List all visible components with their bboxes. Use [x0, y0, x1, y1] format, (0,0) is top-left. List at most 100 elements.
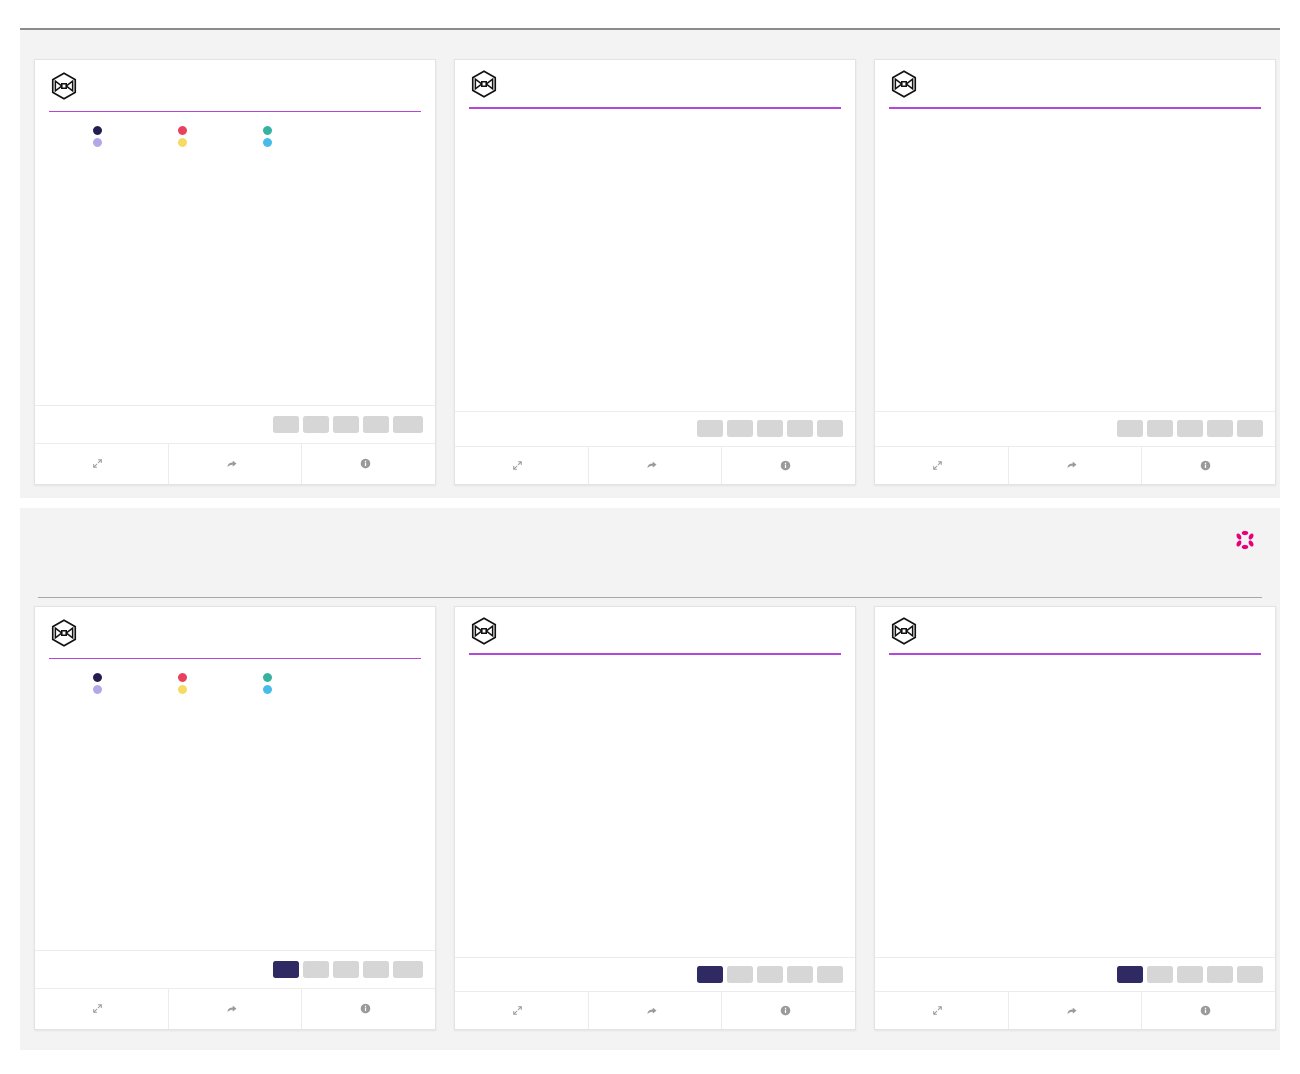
- top-section-rule: [20, 28, 1280, 30]
- card-actions: [35, 443, 435, 484]
- card-header: [875, 607, 1275, 655]
- legend-item[interactable]: [178, 126, 263, 135]
- card-top-nft-trade-volume[interactable]: [34, 59, 436, 485]
- zoom-button-ytd[interactable]: [1147, 966, 1173, 983]
- zoom-button-1m[interactable]: [817, 966, 843, 983]
- card-body: [455, 655, 855, 957]
- zoom-button-3m[interactable]: [787, 966, 813, 983]
- share-button[interactable]: [1009, 447, 1143, 484]
- share-button[interactable]: [169, 989, 303, 1029]
- legend-item[interactable]: [93, 685, 178, 694]
- legend-item[interactable]: [93, 126, 178, 135]
- legend-item[interactable]: [178, 685, 263, 694]
- zoom-button-all[interactable]: [273, 961, 299, 978]
- overview-divider: [38, 597, 1262, 599]
- zoom-button-ytd[interactable]: [303, 416, 329, 433]
- chart-nft-trade-volume-all[interactable]: [45, 698, 421, 948]
- zoom-button-ytd[interactable]: [727, 420, 753, 437]
- share-button[interactable]: [589, 447, 723, 484]
- more-info-button[interactable]: [1142, 447, 1275, 484]
- share-button[interactable]: [1009, 992, 1143, 1029]
- legend-item[interactable]: [263, 673, 348, 682]
- legend-swatch-solana: [263, 673, 272, 682]
- info-circle-icon: [1200, 1005, 1211, 1016]
- card-bottom-nft-trade-volume[interactable]: [34, 606, 436, 1030]
- info-circle-icon: [360, 1003, 371, 1014]
- zoom-button-3m[interactable]: [787, 420, 813, 437]
- legend-item[interactable]: [178, 673, 263, 682]
- zoom-button-12m[interactable]: [1177, 420, 1203, 437]
- zoom-button-3m[interactable]: [363, 961, 389, 978]
- zoom-button-all[interactable]: [697, 966, 723, 983]
- card-top-solana-mints[interactable]: [874, 59, 1276, 485]
- legend-item[interactable]: [263, 685, 348, 694]
- share-arrow-icon: [646, 459, 658, 471]
- zoom-button-3m[interactable]: [1207, 420, 1233, 437]
- expand-button[interactable]: [35, 989, 169, 1029]
- expand-button[interactable]: [875, 447, 1009, 484]
- expand-button[interactable]: [35, 444, 169, 484]
- card-top-ethereum-mints[interactable]: [454, 59, 856, 485]
- zoom-button-12m[interactable]: [333, 416, 359, 433]
- legend-swatch-bnb: [178, 138, 187, 147]
- zoom-button-all[interactable]: [1117, 420, 1143, 437]
- more-info-button[interactable]: [302, 444, 435, 484]
- more-info-button[interactable]: [1142, 992, 1275, 1029]
- card-body: [455, 109, 855, 411]
- zoom-button-3m[interactable]: [1207, 966, 1233, 983]
- chart-ethereum-mints-all[interactable]: [465, 667, 841, 955]
- chart-ethereum-mints-12m[interactable]: [465, 121, 841, 409]
- expand-button[interactable]: [455, 447, 589, 484]
- chart-solana-mints-all[interactable]: [885, 667, 1261, 955]
- share-arrow-icon: [226, 458, 238, 470]
- legend-item[interactable]: [93, 673, 178, 682]
- expand-button[interactable]: [455, 992, 589, 1029]
- zoom-button-12m[interactable]: [757, 420, 783, 437]
- zoom-button-12m[interactable]: [333, 961, 359, 978]
- chart-nft-trade-volume-12m[interactable]: [45, 151, 421, 403]
- more-info-button[interactable]: [722, 992, 855, 1029]
- zoom-button-1m[interactable]: [393, 961, 423, 978]
- zoom-button-1m[interactable]: [1237, 420, 1263, 437]
- chart-legend: [93, 126, 393, 147]
- legend-item[interactable]: [263, 138, 348, 147]
- zoom-button-3m[interactable]: [363, 416, 389, 433]
- card-meta: [455, 957, 855, 991]
- zoom-button-all[interactable]: [1117, 966, 1143, 983]
- card-actions: [455, 446, 855, 484]
- more-info-button[interactable]: [722, 447, 855, 484]
- more-info-button[interactable]: [302, 989, 435, 1029]
- zoom-button-12m[interactable]: [1177, 966, 1203, 983]
- polkadot-logo-icon: [1234, 529, 1256, 551]
- card-meta: [35, 405, 435, 442]
- legend-item[interactable]: [263, 126, 348, 135]
- cube-hexagon-icon: [49, 618, 79, 648]
- card-body: [35, 659, 435, 950]
- chart-svg: [885, 121, 1261, 409]
- card-meta: [875, 957, 1275, 991]
- zoom-button-1m[interactable]: [1237, 966, 1263, 983]
- card-header: [455, 60, 855, 109]
- card-header: [455, 607, 855, 655]
- legend-item[interactable]: [178, 138, 263, 147]
- expand-arrows-icon: [512, 460, 523, 471]
- zoom-button-12m[interactable]: [757, 966, 783, 983]
- expand-button[interactable]: [875, 992, 1009, 1029]
- zoom-button-ytd[interactable]: [727, 966, 753, 983]
- dashboard-page: [0, 0, 1300, 1074]
- zoom-button-1m[interactable]: [393, 416, 423, 433]
- legend-swatch-polygon: [93, 138, 102, 147]
- card-bottom-ethereum-mints[interactable]: [454, 606, 856, 1030]
- legend-swatch-polygon: [93, 685, 102, 694]
- legend-item[interactable]: [93, 138, 178, 147]
- share-button[interactable]: [169, 444, 303, 484]
- zoom-button-1m[interactable]: [817, 420, 843, 437]
- card-bottom-solana-mints[interactable]: [874, 606, 1276, 1030]
- zoom-button-ytd[interactable]: [303, 961, 329, 978]
- chart-solana-mints-12m[interactable]: [885, 121, 1261, 409]
- zoom-button-all[interactable]: [273, 416, 299, 433]
- share-button[interactable]: [589, 992, 723, 1029]
- overview-header: [20, 510, 1280, 598]
- zoom-button-ytd[interactable]: [1147, 420, 1173, 437]
- zoom-button-all[interactable]: [697, 420, 723, 437]
